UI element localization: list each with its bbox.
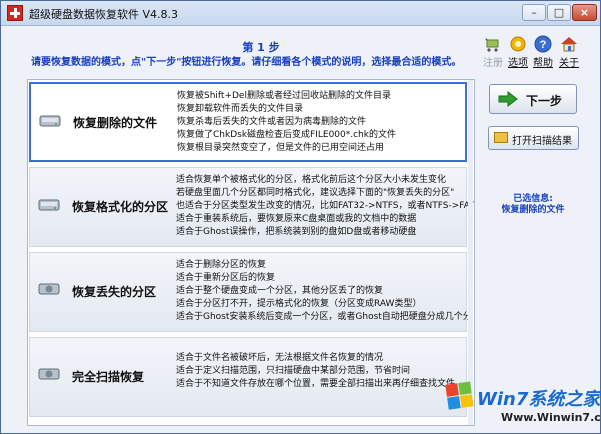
recovery-mode-list: 恢复删除的文件 恢复被Shift+Del删除或者经过回收站删除的文件目录 恢复卸… (27, 79, 475, 426)
hard-disk-search-icon (38, 283, 60, 295)
mode-name: 恢复格式化的分区 (72, 200, 169, 214)
mode-recover-formatted-partition[interactable]: 恢复格式化的分区 适合恢复单个被格式化的分区，格式化前后这个分区大小未发生变化 … (29, 167, 474, 247)
mode-description: 适合恢复单个被格式化的分区，格式化前后这个分区大小未发生变化 若硬盘里面几个分区… (176, 174, 475, 239)
hard-disk-search-icon (38, 368, 60, 380)
desc-line: 适合于不知道文件存放在哪个位置，需要全部扫描出来再仔细查找文件 (176, 379, 456, 389)
options-button[interactable]: 选项 (506, 35, 530, 69)
desc-line: 恢复杀毒后丢失的文件或者因为病毒删除的文件 (177, 117, 367, 127)
window-title: 超级硬盘数据恢复软件 V4.8.3 (29, 8, 179, 21)
about-label: 关于 (559, 58, 579, 69)
desc-line: 若硬盘里面几个分区都同时格式化，建议选择下面的"恢复丢失的分区" (176, 188, 455, 198)
watermark: Win7系统之家 Www.Winwin7.com (445, 381, 601, 431)
help-label: 帮助 (533, 58, 553, 69)
desc-line: 适合于Ghost安装系统后变成一个分区，或者Ghost自动把硬盘分成几个分 (176, 312, 472, 322)
hard-disk-icon (38, 199, 60, 211)
next-label: 下一步 (526, 94, 563, 108)
desc-line: 适合于整个硬盘变成一个分区，其他分区丢了的恢复 (176, 286, 384, 296)
home-icon (561, 37, 577, 52)
options-label: 选项 (508, 58, 528, 69)
desc-line: 适合于重新分区后的恢复 (176, 273, 276, 283)
svg-text:?: ? (540, 39, 547, 51)
next-button[interactable]: 下一步 (489, 84, 577, 114)
watermark-logo: Win7系统之家 (477, 389, 601, 410)
watermark-url: Www.Winwin7.com (501, 411, 601, 424)
desc-line: 适合恢复单个被格式化的分区，格式化前后这个分区大小未发生变化 (176, 175, 447, 185)
mode-description: 适合于文件名被破坏后，无法根据文件名恢复的情况 适合于定义扫描范围，只扫描硬盘中… (176, 352, 455, 391)
close-button[interactable]: × (572, 4, 597, 21)
mode-description: 适合于删除分区的恢复 适合于重新分区后的恢复 适合于整个硬盘变成一个分区，其他分… (176, 259, 472, 324)
list-scrollbar[interactable] (468, 80, 473, 425)
gear-icon (510, 36, 526, 52)
desc-line: 适合于Ghost误操作，把系统装到别的盘如D盘或者移动硬盘 (176, 227, 417, 237)
desc-line: 恢复根目录突然变空了，但是文件的已用空间还占用 (177, 143, 385, 153)
open-scan-result-button[interactable]: 打开扫描结果 (488, 126, 579, 150)
maximize-button[interactable]: □ (547, 4, 571, 21)
app-window: 超级硬盘数据恢复软件 V4.8.3 – □ × 第 1 步 请要恢复数据的模式，… (0, 0, 601, 434)
desc-line: 恢复做了ChkDsk磁盘检查后变成FILE000*.chk的文件 (177, 130, 396, 140)
help-icon: ? (534, 35, 552, 53)
open-scan-label: 打开扫描结果 (512, 136, 572, 147)
folder-icon (494, 132, 508, 143)
minimize-button[interactable]: – (522, 4, 546, 21)
desc-line: 也适合于分区类型发生改变的情况，比如FAT32->NTFS，或者NTFS->FA… (176, 201, 475, 211)
about-button[interactable]: 关于 (557, 35, 581, 69)
mode-name: 恢复删除的文件 (73, 116, 158, 130)
mode-recover-lost-partition[interactable]: 恢复丢失的分区 适合于删除分区的恢复 适合于重新分区后的恢复 适合于整个硬盘变成… (29, 252, 472, 332)
mode-name: 恢复丢失的分区 (72, 285, 157, 299)
app-logo-icon (7, 5, 23, 21)
hard-disk-icon (39, 115, 61, 127)
desc-line: 适合于重装系统后，要恢复原来C盘桌面或我的文档中的数据 (176, 214, 417, 224)
mode-full-scan-recovery[interactable]: 完全扫描恢复 适合于文件名被破坏后，无法根据文件名恢复的情况 适合于定义扫描范围… (29, 337, 467, 417)
register-label: 注册 (483, 58, 503, 69)
windows-logo-icon (445, 381, 474, 410)
mode-recover-deleted-files[interactable]: 恢复删除的文件 恢复被Shift+Del删除或者经过回收站删除的文件目录 恢复卸… (29, 82, 467, 162)
mode-name: 完全扫描恢复 (72, 370, 145, 384)
mode-description: 恢复被Shift+Del删除或者经过回收站删除的文件目录 恢复卸载软件而丢失的文… (177, 90, 396, 155)
selected-info-value: 恢复删除的文件 (501, 205, 565, 215)
cart-icon (484, 37, 499, 52)
arrow-right-icon (498, 91, 518, 107)
desc-line: 恢复被Shift+Del删除或者经过回收站删除的文件目录 (177, 91, 391, 101)
desc-line: 恢复卸载软件而丢失的文件目录 (177, 104, 304, 114)
help-button[interactable]: ? 帮助 (531, 35, 555, 69)
desc-line: 适合于分区打不开，提示格式化的恢复（分区变成RAW类型） (176, 299, 422, 309)
title-bar[interactable]: 超级硬盘数据恢复软件 V4.8.3 – □ × (1, 1, 600, 26)
desc-line: 适合于文件名被破坏后，无法根据文件名恢复的情况 (176, 353, 384, 363)
desc-line: 适合于删除分区的恢复 (176, 260, 267, 270)
register-button[interactable]: 注册 (481, 35, 505, 69)
instruction-text: 请要恢复数据的模式，点"下一步"按钮进行恢复。请仔细看各个模式的说明，选择最合适… (31, 57, 462, 68)
desc-line: 适合于定义扫描范围，只扫描硬盘中某部分范围，节省时间 (176, 366, 411, 376)
